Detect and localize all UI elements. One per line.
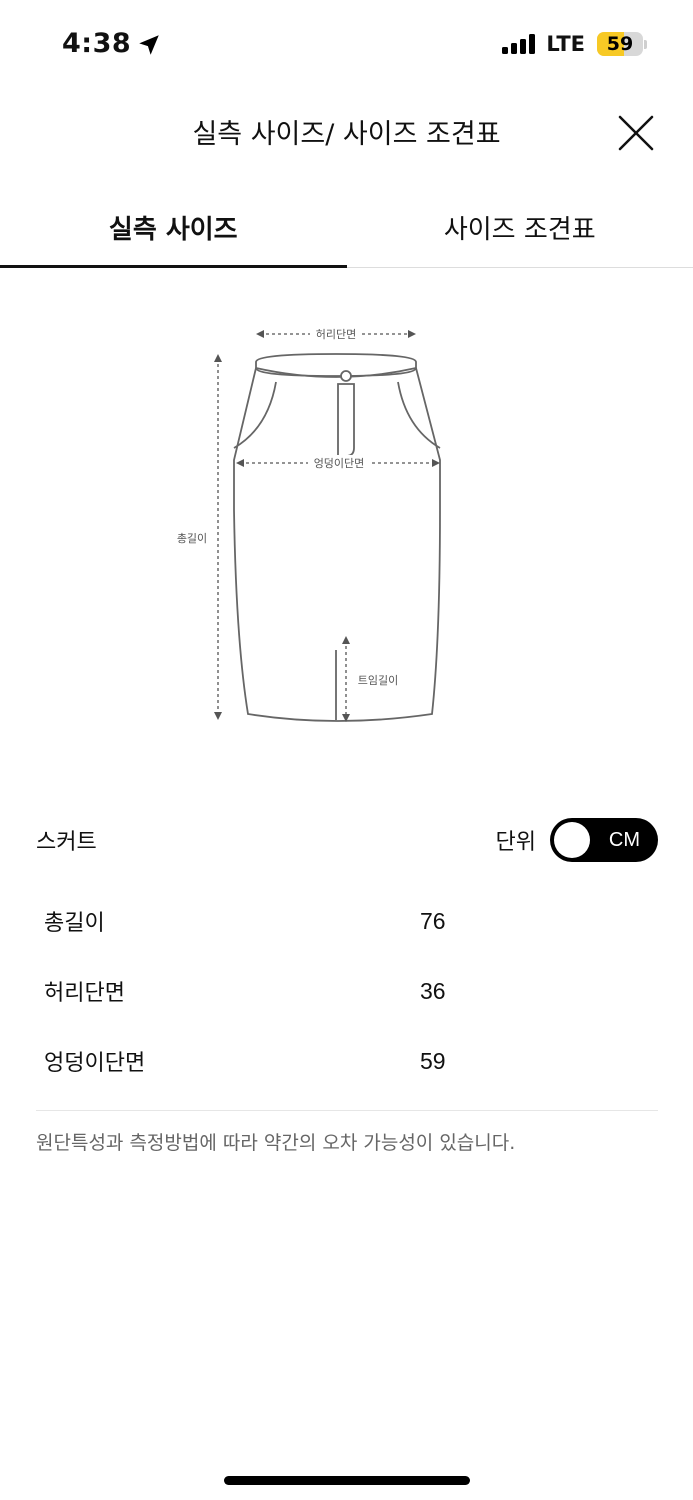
skirt-outline — [233, 353, 441, 722]
status-time: 4:38 — [62, 28, 132, 59]
signal-icon — [502, 34, 536, 54]
waist-label: 허리단면 — [316, 328, 356, 341]
unit-selector: 단위 CM — [496, 818, 658, 862]
table-row: 엉덩이단면 59 — [44, 1026, 658, 1096]
unit-toggle[interactable]: CM — [550, 818, 658, 862]
row-value: 59 — [420, 1047, 446, 1074]
slit-measure-arrow — [342, 636, 350, 722]
location-arrow-icon — [139, 35, 159, 55]
battery-percent: 59 — [606, 33, 634, 55]
hip-label: 엉덩이단면 — [314, 457, 365, 470]
table-row: 총길이 76 — [44, 886, 658, 956]
row-label: 허리단면 — [44, 981, 125, 1006]
row-value: 36 — [420, 977, 446, 1004]
skirt-measurement-diagram: 허리단면 엉덩이단면 총길이 트임길이 — [177, 326, 441, 722]
table-row: 허리단면 36 — [44, 956, 658, 1026]
page-title: 실측 사이즈/ 사이즈 조견표 — [192, 119, 501, 150]
close-icon[interactable] — [617, 114, 655, 152]
row-label: 엉덩이단면 — [44, 1051, 146, 1076]
network-type: LTE — [546, 32, 585, 56]
length-label: 총길이 — [177, 532, 207, 545]
row-label: 총길이 — [44, 911, 105, 936]
status-indicators: LTE 59 — [502, 32, 647, 56]
status-bar: 4:38 LTE 59 — [0, 0, 693, 92]
slit-label: 트임길이 — [358, 674, 398, 687]
row-value: 76 — [420, 907, 446, 934]
length-measure-arrow — [214, 354, 222, 720]
tab-bar: 실측 사이즈 사이즈 조견표 — [0, 188, 693, 268]
battery-nub — [644, 39, 647, 49]
measurement-note: 원단특성과 측정방법에 따라 약간의 오차 가능성이 있습니다. — [36, 1132, 516, 1154]
unit-toggle-knob — [554, 822, 590, 858]
battery-icon: 59 — [597, 32, 643, 56]
unit-value: CM — [608, 828, 640, 851]
unit-label: 단위 — [495, 830, 536, 855]
size-table: 총길이 76 허리단면 36 엉덩이단면 59 — [44, 886, 658, 1096]
tab-actual-size[interactable]: 실측 사이즈 — [0, 188, 347, 268]
tab-size-chart[interactable]: 사이즈 조견표 — [347, 188, 693, 267]
category-title: 스커트 — [36, 830, 97, 855]
divider — [36, 1110, 658, 1111]
size-section-header: 스커트 단위 CM — [36, 818, 658, 862]
home-indicator[interactable] — [224, 1476, 470, 1485]
